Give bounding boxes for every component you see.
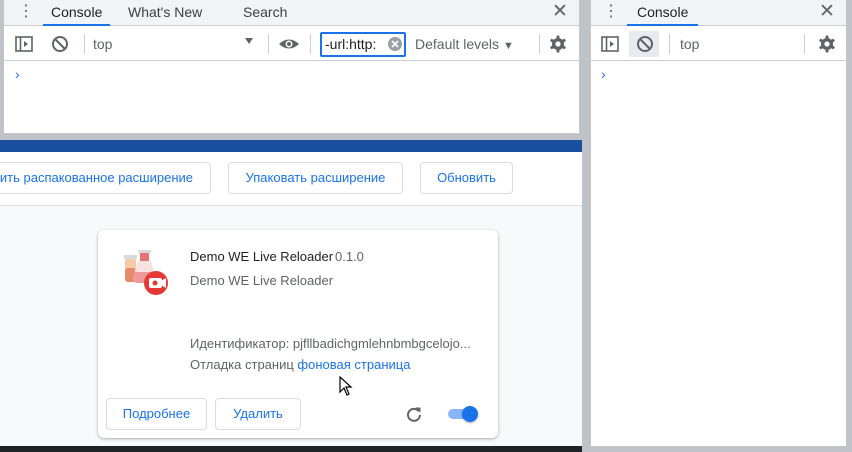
tab-console[interactable]: Console bbox=[627, 0, 699, 26]
extensions-page: ить распакованное расширение Упаковать р… bbox=[0, 140, 582, 452]
extension-logo-icon bbox=[124, 250, 168, 295]
console-prompt[interactable]: › bbox=[601, 66, 606, 82]
extension-version: 0.1.0 bbox=[335, 249, 364, 264]
tab-console[interactable]: Console bbox=[43, 0, 111, 26]
log-levels-dropdown[interactable]: Default levels ▼ bbox=[415, 34, 514, 56]
gear-icon[interactable] bbox=[549, 35, 567, 53]
update-button[interactable]: Обновить bbox=[420, 162, 513, 194]
live-expression-eye-icon[interactable] bbox=[278, 35, 300, 53]
more-menu-icon[interactable]: ⋮ bbox=[603, 3, 619, 23]
toolbar-separator bbox=[84, 34, 85, 54]
tab-whats-new[interactable]: What's New bbox=[128, 0, 202, 26]
inspect-views-row: Отладка страниц фоновая страница bbox=[190, 357, 410, 372]
background-page-link[interactable]: фоновая страница bbox=[297, 357, 410, 372]
console-toolbar: top bbox=[591, 27, 846, 61]
context-selector[interactable]: top bbox=[93, 34, 112, 54]
clear-console-icon[interactable] bbox=[51, 35, 69, 53]
devtools-panel-right: ⋮ Console ✕ top › bbox=[590, 0, 847, 447]
chevron-down-icon: ▼ bbox=[502, 40, 514, 52]
close-devtools-icon[interactable]: ✕ bbox=[549, 1, 571, 23]
developer-toolbar: ить распакованное расширение Упаковать р… bbox=[0, 152, 582, 206]
toolbar-separator bbox=[539, 34, 540, 54]
header-band bbox=[0, 140, 582, 152]
extension-id: Идентификатор: pjfllbadichgmlehnbmbgcelo… bbox=[190, 336, 471, 351]
sidebar-toggle-icon[interactable] bbox=[15, 35, 33, 53]
clear-filter-icon[interactable] bbox=[388, 37, 402, 51]
extension-name: Demo WE Live Reloader bbox=[190, 249, 334, 264]
devtools-panel-left: ⋮ Console What's New Search ✕ top -url:h… bbox=[4, 0, 580, 134]
log-levels-label: Default levels bbox=[415, 36, 500, 52]
mouse-cursor-icon bbox=[339, 376, 353, 396]
toolbar-separator bbox=[804, 34, 805, 54]
tab-search[interactable]: Search bbox=[243, 0, 287, 26]
clear-console-icon[interactable] bbox=[636, 35, 654, 53]
extension-description: Demo WE Live Reloader bbox=[190, 273, 334, 288]
toggle-knob bbox=[462, 406, 478, 422]
console-prompt[interactable]: › bbox=[15, 66, 20, 82]
load-unpacked-button[interactable]: ить распакованное расширение bbox=[0, 162, 211, 194]
enable-toggle[interactable] bbox=[446, 405, 480, 423]
console-toolbar: top -url:http: Default levels ▼ bbox=[4, 27, 579, 61]
remove-button[interactable]: Удалить bbox=[215, 398, 301, 430]
inspect-views-label: Отладка страниц bbox=[190, 357, 294, 372]
devtools-tabbar: ⋮ Console What's New Search ✕ bbox=[4, 0, 579, 26]
sidebar-toggle-icon[interactable] bbox=[601, 35, 619, 53]
toolbar-separator bbox=[268, 34, 269, 54]
extension-card: Demo WE Live Reloader 0.1.0 Demo WE Live… bbox=[98, 230, 498, 438]
gear-icon[interactable] bbox=[818, 35, 836, 53]
close-devtools-icon[interactable]: ✕ bbox=[816, 1, 838, 23]
pack-extension-button[interactable]: Упаковать расширение bbox=[228, 162, 403, 194]
toolbar-separator bbox=[669, 34, 670, 54]
reload-icon[interactable] bbox=[405, 405, 423, 423]
window-bottom-edge bbox=[0, 446, 582, 452]
context-dropdown-arrow-icon[interactable] bbox=[244, 36, 254, 46]
details-button[interactable]: Подробнее bbox=[106, 398, 207, 430]
more-menu-icon[interactable]: ⋮ bbox=[18, 3, 34, 23]
toolbar-separator bbox=[310, 34, 311, 54]
context-selector[interactable]: top bbox=[680, 34, 699, 54]
devtools-tabbar: ⋮ Console ✕ bbox=[591, 0, 846, 26]
